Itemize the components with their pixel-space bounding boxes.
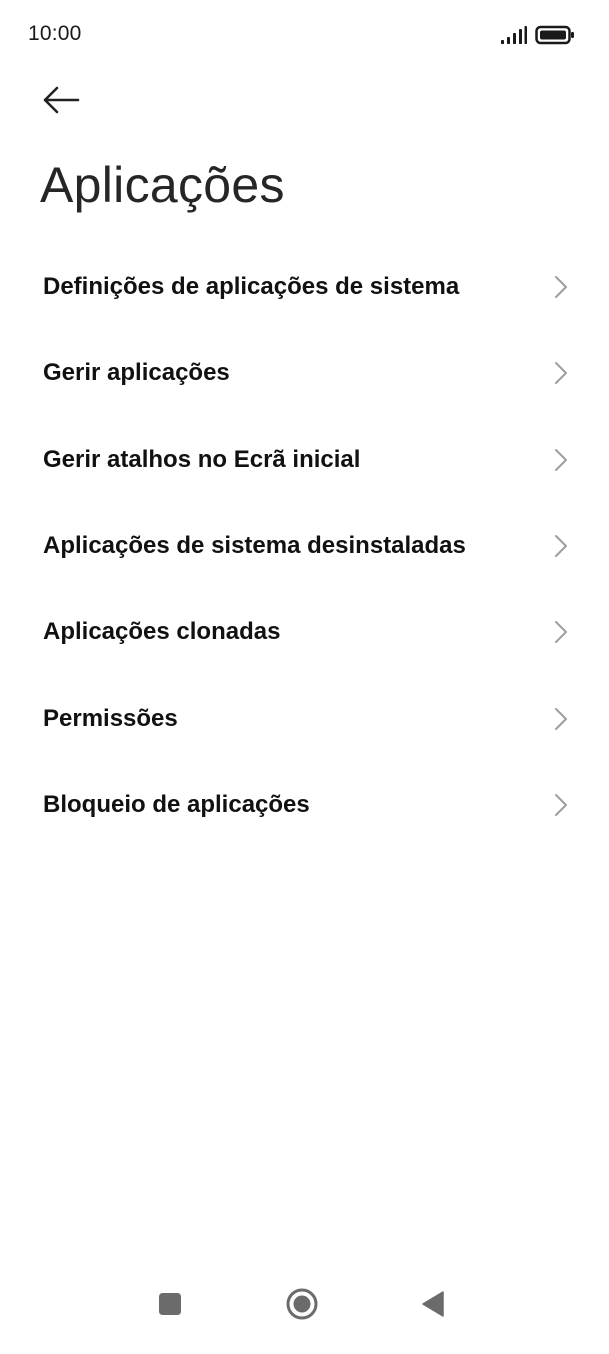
menu-item-label: Definições de aplicações de sistema xyxy=(43,273,460,301)
menu-item-system-app-settings[interactable]: Definições de aplicações de sistema xyxy=(0,244,609,330)
chevron-right-icon xyxy=(554,707,568,731)
signal-icon xyxy=(501,26,527,49)
status-bar: 10:00 xyxy=(0,0,609,70)
menu-item-label: Aplicações clonadas xyxy=(43,618,281,646)
menu-item-home-shortcuts[interactable]: Gerir atalhos no Ecrã inicial xyxy=(0,417,609,503)
battery-icon xyxy=(535,25,575,50)
back-button[interactable] xyxy=(36,80,86,124)
menu-item-label: Bloqueio de aplicações xyxy=(43,790,310,818)
circle-home-icon xyxy=(285,1287,319,1326)
status-icons xyxy=(501,25,575,50)
home-button[interactable] xyxy=(282,1286,322,1326)
square-icon xyxy=(158,1292,182,1321)
chevron-right-icon xyxy=(554,534,568,558)
chevron-right-icon xyxy=(554,448,568,472)
menu-item-app-lock[interactable]: Bloqueio de aplicações xyxy=(0,762,609,848)
arrow-left-icon xyxy=(41,85,81,120)
menu-item-label: Gerir aplicações xyxy=(43,359,230,387)
menu-item-label: Permissões xyxy=(43,704,178,732)
chevron-right-icon xyxy=(554,620,568,644)
recents-button[interactable] xyxy=(150,1286,190,1326)
chevron-right-icon xyxy=(554,361,568,385)
chevron-right-icon xyxy=(554,275,568,299)
menu-item-dual-apps[interactable]: Aplicações clonadas xyxy=(0,589,609,675)
menu-item-uninstalled-system-apps[interactable]: Aplicações de sistema desinstaladas xyxy=(0,503,609,589)
menu-item-label: Gerir atalhos no Ecrã inicial xyxy=(43,445,361,473)
chevron-right-icon xyxy=(554,793,568,817)
page-title: Aplicações xyxy=(40,157,285,213)
menu-item-label: Aplicações de sistema desinstaladas xyxy=(43,532,466,560)
back-nav-button[interactable] xyxy=(413,1286,453,1326)
status-time: 10:00 xyxy=(28,22,82,45)
menu-item-manage-apps[interactable]: Gerir aplicações xyxy=(0,330,609,416)
system-navigation-bar xyxy=(0,1264,609,1354)
settings-menu-list: Definições de aplicações de sistema Geri… xyxy=(0,244,609,848)
triangle-back-icon xyxy=(421,1290,445,1323)
menu-item-permissions[interactable]: Permissões xyxy=(0,675,609,761)
